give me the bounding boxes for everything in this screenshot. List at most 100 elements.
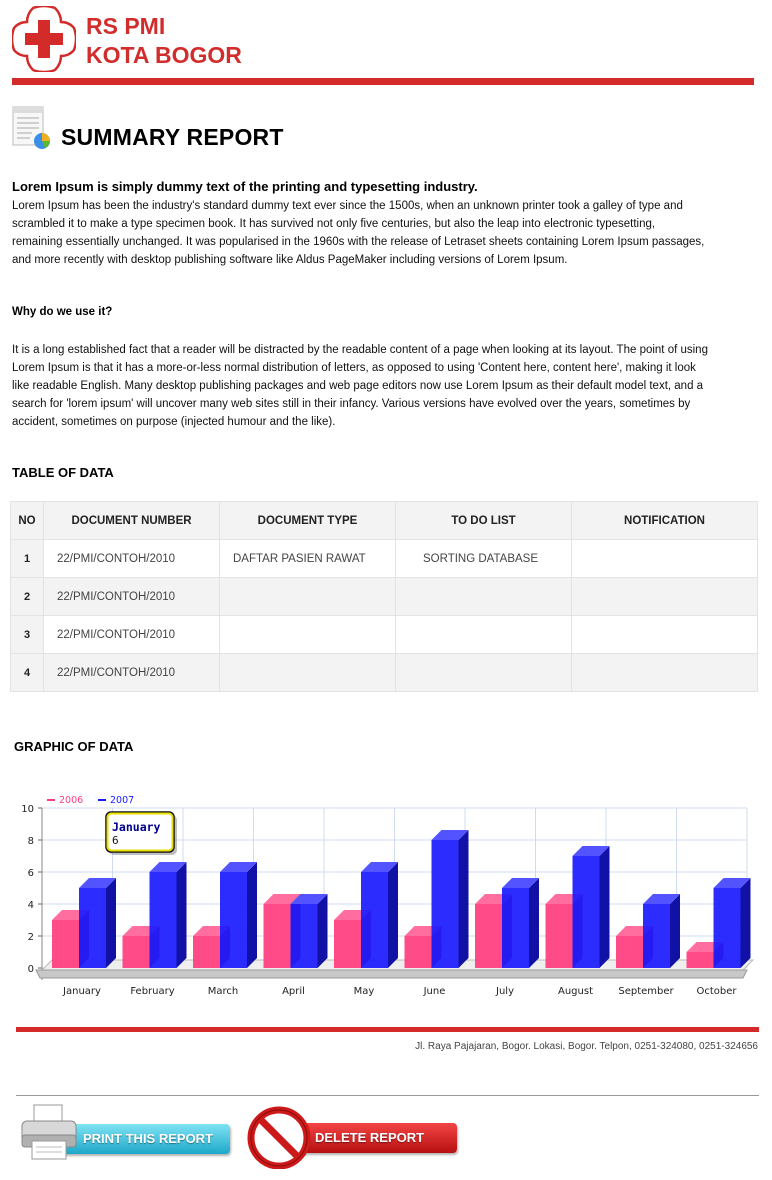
bar-2007 (149, 872, 177, 968)
y-tick-label: 0 (28, 964, 34, 975)
footer-address: Jl. Raya Pajajaran, Bogor. Lokasi, Bogor… (415, 1041, 758, 1052)
cell-to-do-list (395, 577, 572, 616)
printer-icon (21, 1104, 77, 1160)
bar-2006 (52, 920, 79, 968)
why-paragraph: It is a long established fact that a rea… (12, 344, 708, 428)
cell-document-number: 22/PMI/CONTOH/2010 (43, 577, 220, 616)
cell-document-number: 22/PMI/CONTOH/2010 (43, 653, 220, 692)
bar-side (317, 894, 328, 968)
report-document-icon (12, 106, 50, 149)
column-header-notification: NOTIFICATION (571, 501, 758, 540)
bar-2006 (475, 904, 502, 968)
tooltip-value: 6 (112, 834, 119, 847)
table-row: 2 22/PMI/CONTOH/2010 (10, 577, 758, 616)
cell-no: 4 (10, 653, 44, 692)
bar-side (388, 862, 398, 968)
legend-label: 2007 (110, 795, 134, 806)
print-button-label: PRINT THIS REPORT (83, 1131, 214, 1146)
table-row: 1 22/PMI/CONTOH/2010 DAFTAR PASIEN RAWAT… (10, 539, 758, 578)
footer-divider (16, 1027, 759, 1032)
x-tick-label: February (130, 986, 174, 997)
x-tick-label: May (354, 986, 375, 997)
cell-to-do-list: SORTING DATABASE (395, 539, 572, 578)
x-tick-label: January (62, 986, 101, 997)
y-tick-label: 4 (28, 900, 34, 911)
intro-heading: Lorem Ipsum is simply dummy text of the … (12, 179, 478, 194)
bar-2007 (643, 904, 670, 968)
column-header-to-do-list: TO DO LIST (395, 501, 572, 540)
bar-side (529, 878, 539, 968)
bar-side (247, 862, 257, 968)
cell-document-number: 22/PMI/CONTOH/2010 (43, 615, 220, 654)
data-table: NO DOCUMENT NUMBER DOCUMENT TYPE TO DO L… (10, 501, 758, 692)
x-tick-label: August (558, 986, 593, 997)
x-tick-label: June (423, 986, 446, 997)
cell-no: 3 (10, 615, 44, 654)
cell-notification (571, 539, 758, 578)
column-header-no: NO (10, 501, 44, 540)
cell-document-type (219, 653, 396, 692)
bar-2006 (122, 936, 150, 968)
x-tick-label: March (208, 986, 238, 997)
bar-2006 (686, 952, 714, 968)
cell-document-type: DAFTAR PASIEN RAWAT (219, 539, 396, 578)
no-entry-icon (247, 1106, 311, 1169)
cell-notification (571, 653, 758, 692)
delete-report-button[interactable]: DELETE REPORT (247, 1105, 461, 1169)
chart-floor-front (35, 969, 748, 979)
page-title: SUMMARY REPORT (61, 124, 284, 150)
actions-divider (16, 1095, 759, 1096)
bar-2007 (572, 856, 600, 968)
bar-side (176, 862, 187, 968)
why-heading: Why do we use it? (12, 306, 113, 318)
cell-to-do-list (395, 615, 572, 654)
tooltip-title: January (112, 820, 161, 834)
column-header-document-type: DOCUMENT TYPE (219, 501, 396, 540)
intro-paragraph: Lorem Ipsum has been the industry's stan… (12, 200, 705, 266)
bar-2007 (79, 888, 106, 968)
bar-side (458, 830, 469, 968)
x-tick-label: October (696, 986, 737, 997)
bar-side (106, 878, 116, 968)
pmi-logo (12, 6, 76, 72)
cell-document-type (219, 577, 396, 616)
bar-2007 (361, 872, 388, 968)
x-tick-label: September (618, 986, 674, 997)
y-tick-label: 8 (28, 836, 34, 847)
bar-2006 (616, 936, 643, 968)
bar-side (599, 846, 610, 968)
column-header-document-number: DOCUMENT NUMBER (43, 501, 220, 540)
table-row: 4 22/PMI/CONTOH/2010 (10, 653, 758, 692)
bar-2007 (290, 904, 318, 968)
cell-to-do-list (395, 653, 572, 692)
bar-2006 (334, 920, 361, 968)
y-tick-label: 2 (28, 932, 34, 943)
y-tick-label: 6 (28, 868, 34, 879)
cell-no: 2 (10, 577, 44, 616)
bar-2006 (263, 904, 291, 968)
bar-side (740, 878, 751, 968)
bar-2006 (404, 936, 432, 968)
header-divider (12, 78, 754, 85)
brand-name-line2: KOTA BOGOR (86, 42, 242, 68)
brand-name-line1: RS PMI (86, 13, 166, 39)
chart-heading: GRAPHIC OF DATA (14, 739, 134, 754)
bar-2007 (502, 888, 529, 968)
cell-notification (571, 577, 758, 616)
y-tick-label: 10 (21, 804, 34, 815)
table-header-row: NO DOCUMENT NUMBER DOCUMENT TYPE TO DO L… (10, 501, 758, 540)
bar-2006 (545, 904, 573, 968)
bar-2006 (193, 936, 220, 968)
bar-2007 (431, 840, 459, 968)
table-row: 3 22/PMI/CONTOH/2010 (10, 615, 758, 654)
x-tick-label: April (282, 986, 305, 997)
delete-button-label: DELETE REPORT (315, 1130, 425, 1145)
bar-2007 (220, 872, 247, 968)
cell-no: 1 (10, 539, 44, 578)
print-report-button[interactable]: PRINT THIS REPORT (20, 1103, 234, 1163)
table-heading: TABLE OF DATA (12, 465, 114, 480)
bar-2007 (713, 888, 741, 968)
cell-document-number: 22/PMI/CONTOH/2010 (43, 539, 220, 578)
bar-chart: 0 2 4 6 8 10 January February March April May June J… (21, 795, 755, 997)
cell-document-type (219, 615, 396, 654)
